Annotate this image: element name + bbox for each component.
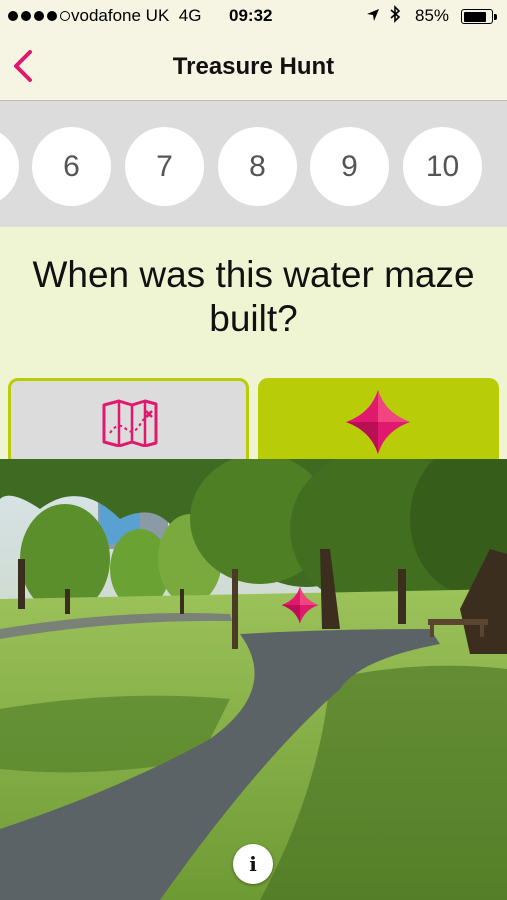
carrier-label: vodafone UK 4G bbox=[71, 6, 202, 25]
diamond-marker-icon[interactable] bbox=[281, 586, 319, 624]
bluetooth-icon bbox=[389, 5, 401, 28]
question-number-7[interactable]: 7 bbox=[125, 127, 204, 206]
question-number-10[interactable]: 10 bbox=[403, 127, 482, 206]
navigation-bar: Treasure Hunt bbox=[0, 34, 507, 101]
battery-icon bbox=[461, 9, 497, 24]
info-icon: i bbox=[249, 852, 257, 876]
signal-dots-icon bbox=[8, 11, 70, 21]
info-button[interactable]: i bbox=[233, 844, 273, 884]
camera-view[interactable]: i bbox=[0, 459, 507, 900]
question-number-6[interactable]: 6 bbox=[32, 127, 111, 206]
park-scene-image bbox=[0, 459, 507, 900]
question-number-9[interactable]: 9 bbox=[310, 127, 389, 206]
status-bar: vodafone UK 4G 09:32 85% bbox=[0, 0, 507, 34]
map-icon bbox=[102, 399, 158, 447]
page-title: Treasure Hunt bbox=[172, 53, 335, 80]
question-text: When was this water maze built? bbox=[32, 254, 475, 339]
question-number-partial[interactable] bbox=[0, 127, 19, 206]
network-label: 4G bbox=[178, 6, 202, 25]
question-number-strip[interactable]: 6 7 8 9 10 bbox=[0, 101, 507, 227]
ar-view-tab[interactable] bbox=[258, 378, 499, 468]
map-tab[interactable] bbox=[8, 378, 249, 468]
status-time: 09:32 bbox=[229, 6, 273, 25]
diamond-marker-icon bbox=[346, 390, 410, 454]
battery-percent: 85% bbox=[415, 6, 450, 25]
location-arrow-icon bbox=[366, 7, 380, 27]
question-number-8[interactable]: 8 bbox=[218, 127, 297, 206]
question-panel: When was this water maze built? bbox=[0, 227, 507, 468]
